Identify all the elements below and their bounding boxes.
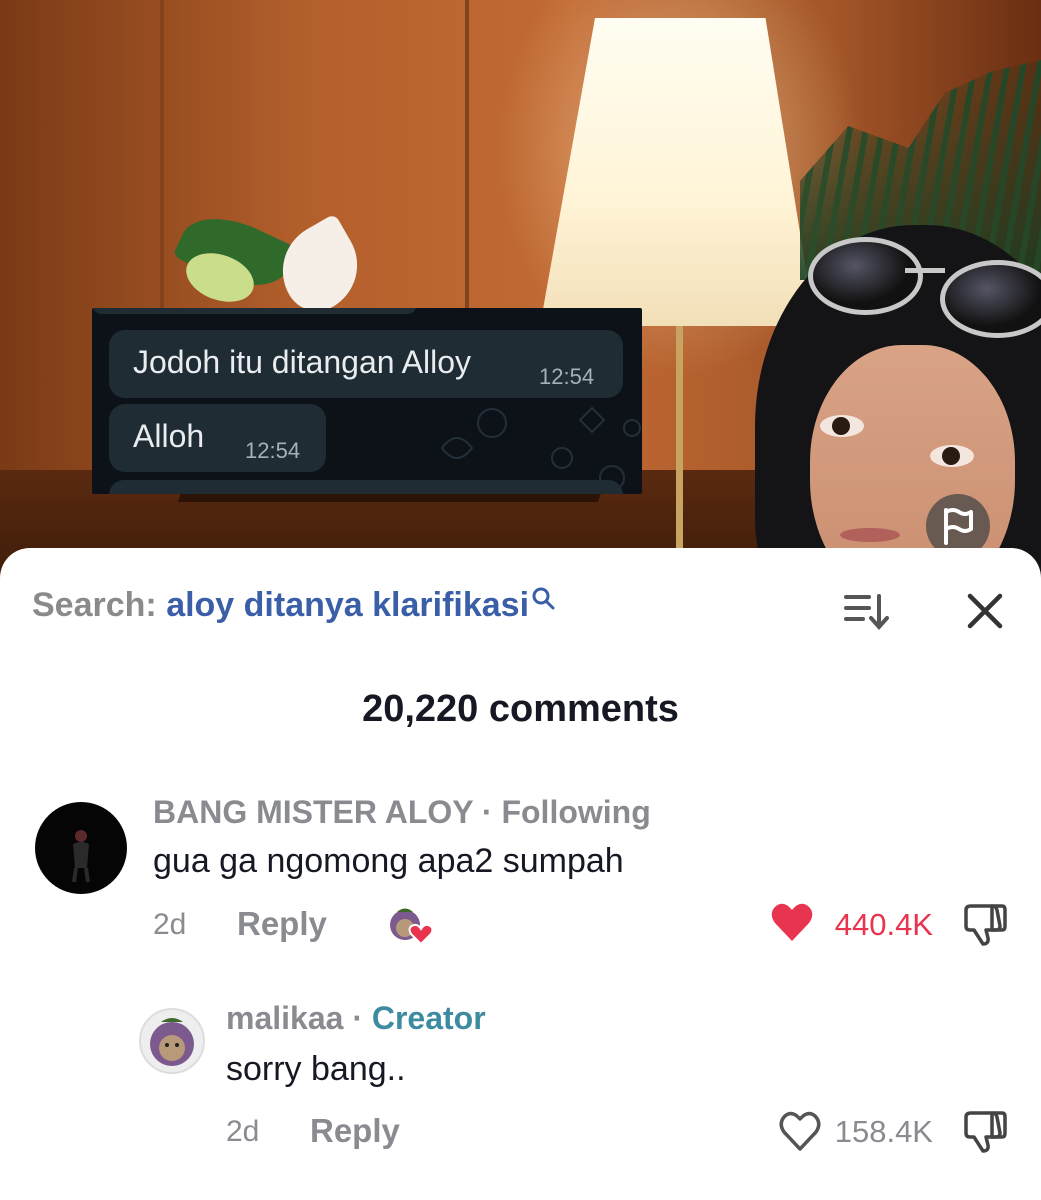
chat-screenshot-overlay: Jodoh itu ditangan Alloy 12:54 Alloh 12:…	[92, 308, 642, 494]
person-lips	[840, 528, 900, 542]
following-tag: Following	[501, 794, 651, 830]
reply-button[interactable]: Reply	[237, 905, 327, 943]
person-eye	[930, 445, 974, 467]
search-label: Search:	[32, 586, 157, 624]
thumbs-down-icon	[964, 1111, 1007, 1153]
sunglasses-lens	[808, 237, 923, 315]
reply-date: 2d	[226, 1115, 260, 1148]
comment-date: 2d	[153, 908, 187, 941]
chat-bubble-partial	[109, 480, 623, 494]
dislike-button[interactable]	[962, 1111, 1008, 1158]
comment-sheet: Search: aloy ditanya klarifikasi 20,220 …	[0, 548, 1041, 1200]
search-suggestion[interactable]: Search: aloy ditanya klarifikasi	[32, 586, 555, 625]
sunglasses-bridge	[905, 268, 945, 273]
chat-bubble: Alloh 12:54	[109, 404, 326, 472]
chat-message-text: Jodoh itu ditangan Alloy	[133, 344, 472, 380]
creator-liked-badge	[385, 903, 435, 947]
person-eye	[820, 415, 864, 437]
lamp-shade	[540, 18, 815, 326]
lamp-pole	[676, 326, 683, 556]
search-query-link[interactable]: aloy ditanya klarifikasi	[166, 586, 529, 624]
creator-liked-icon	[390, 908, 434, 946]
creator-tag: Creator	[371, 1000, 486, 1036]
search-icon	[532, 587, 555, 610]
chat-bubble: Jodoh itu ditangan Alloy 12:54	[109, 330, 623, 398]
comment-count: 20,220 comments	[362, 688, 679, 730]
separator: ·	[481, 794, 493, 830]
chat-message-time: 12:54	[245, 438, 301, 463]
comment-text: gua ga ngomong apa2 sumpah	[153, 842, 624, 880]
avatar-bear-icon	[150, 1018, 194, 1066]
avatar-figure-icon	[72, 830, 90, 883]
flower-petal	[265, 213, 375, 323]
thumbs-down-icon	[964, 904, 1007, 946]
like-count: 440.4K	[834, 907, 933, 942]
chat-bubble-partial	[92, 308, 417, 314]
reply-button[interactable]: Reply	[310, 1112, 400, 1150]
like-count: 158.4K	[834, 1114, 933, 1149]
username-text[interactable]: BANG MISTER ALOY	[153, 794, 473, 830]
reply-username[interactable]: malikaa · Creator	[226, 1000, 486, 1037]
separator: ·	[352, 1000, 363, 1036]
flag-icon	[944, 508, 973, 545]
dislike-button[interactable]	[962, 904, 1008, 951]
comment-username[interactable]: BANG MISTER ALOY · Following	[153, 794, 651, 831]
chat-message-text: Alloh	[133, 418, 205, 454]
username-text[interactable]: malikaa	[226, 1000, 343, 1036]
video-player[interactable]: Jodoh itu ditangan Alloy 12:54 Alloh 12:…	[0, 0, 1041, 600]
avatar[interactable]	[139, 1008, 205, 1074]
sort-icon[interactable]	[843, 592, 889, 632]
avatar[interactable]	[35, 802, 127, 894]
reply-text: sorry bang..	[226, 1050, 406, 1088]
close-icon[interactable]	[966, 592, 1004, 630]
chat-message-time: 12:54	[539, 364, 595, 389]
